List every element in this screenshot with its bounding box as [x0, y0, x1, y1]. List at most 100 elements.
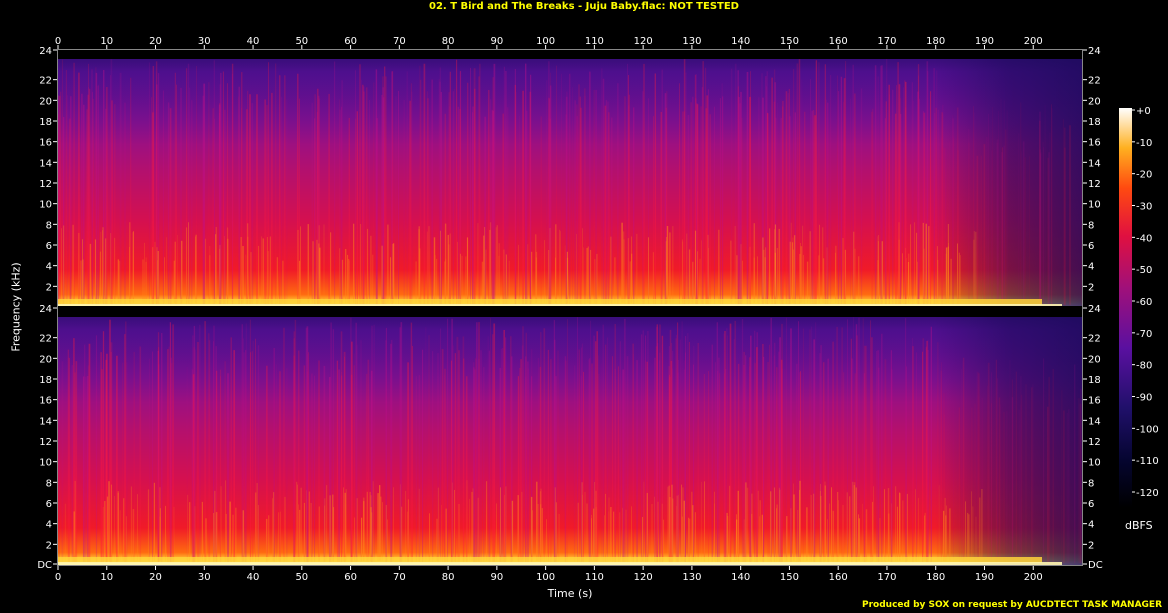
y-tick-label-right: 2 — [1088, 540, 1094, 551]
x-tick-label-bottom: 20 — [149, 572, 162, 583]
x-tick-label-bottom: 60 — [344, 572, 357, 583]
y-tick-label-left: 16 — [39, 396, 52, 407]
x-tick-label-top: 100 — [536, 36, 555, 47]
x-tick-label-bottom: 130 — [682, 572, 701, 583]
y-tick-label-left: 24 — [39, 46, 52, 57]
y-tick-label-right: 18 — [1088, 375, 1101, 386]
colorbar-tick-label: -110 — [1136, 456, 1159, 467]
y-tick-label-right: 22 — [1088, 334, 1101, 345]
colorbar-ticks: +0 -10 -20 -30 -40 -50 -60 -70 -80 -90 -100 -110 -12… — [1132, 106, 1159, 499]
colorbar — [1119, 108, 1132, 508]
bottom-channel-fadeout — [935, 317, 1082, 565]
y-tick-label-left: 12 — [39, 437, 52, 448]
y-tick-label-right: 16 — [1088, 396, 1101, 407]
y-tick-label-left: 10 — [39, 458, 52, 469]
y-tick-label-right: 4 — [1088, 262, 1094, 273]
y-tick-label-right: 24 — [1088, 46, 1101, 57]
y-tick-label-left: 18 — [39, 375, 52, 386]
x-tick-label-top: 0 — [55, 36, 61, 47]
y-tick-label-right: 14 — [1088, 416, 1101, 427]
y-tick-label-right: 22 — [1088, 76, 1101, 87]
y-tick-label-left: 18 — [39, 117, 52, 128]
x-tick-label-bottom: 100 — [536, 572, 555, 583]
x-axis-label: Time (s) — [547, 587, 593, 600]
colorbar-tick-label: -40 — [1136, 233, 1152, 244]
y-tick-label-left: 6 — [46, 241, 52, 252]
colorbar-tick-label: -120 — [1136, 488, 1159, 499]
y-tick-label-right: 10 — [1088, 200, 1101, 211]
y-tick-label-right: 10 — [1088, 458, 1101, 469]
y-axis-left: 24681012141618202224DC246810121416182022… — [37, 46, 57, 571]
y-tick-label-left: 2 — [46, 282, 52, 293]
x-tick-label-top: 10 — [100, 36, 113, 47]
colorbar-tick-label: -10 — [1136, 138, 1152, 149]
x-tick-label-bottom: 160 — [829, 572, 848, 583]
x-tick-label-top: 160 — [829, 36, 848, 47]
colorbar-tick-label: -90 — [1136, 393, 1152, 404]
colorbar-tick-label: -60 — [1136, 297, 1152, 308]
x-tick-label-bottom: 30 — [198, 572, 211, 583]
x-tick-label-top: 40 — [247, 36, 260, 47]
y-tick-label-left: 20 — [39, 96, 52, 107]
y-tick-label-left: 6 — [46, 499, 52, 510]
y-tick-label-left: 20 — [39, 354, 52, 365]
x-tick-label-top: 170 — [877, 36, 896, 47]
x-tick-label-bottom: 0 — [55, 572, 61, 583]
y-tick-label-left: 22 — [39, 334, 52, 345]
colorbar-tick-label: -80 — [1136, 361, 1152, 372]
x-tick-label-top: 30 — [198, 36, 211, 47]
x-axis-top: 0 10 20 30 40 50 60 70 80 90 100 110 120 130 140 150 160… — [55, 36, 1043, 49]
x-tick-label-top: 80 — [442, 36, 455, 47]
x-tick-label-bottom: 50 — [295, 572, 308, 583]
x-tick-label-bottom: 110 — [585, 572, 604, 583]
x-tick-label-bottom: 150 — [780, 572, 799, 583]
y-tick-label-left: 14 — [39, 416, 52, 427]
y-tick-label-left: 8 — [46, 220, 52, 231]
y-tick-label-right: 16 — [1088, 138, 1101, 149]
colorbar-tick-label: -100 — [1136, 424, 1159, 435]
y-axis-right: 24681012141618202224DC246810121416182022… — [1083, 46, 1103, 571]
x-tick-label-bottom: 140 — [731, 572, 750, 583]
y-tick-label-right: DC — [1088, 560, 1103, 571]
x-tick-label-top: 110 — [585, 36, 604, 47]
x-tick-label-bottom: 10 — [100, 572, 113, 583]
colorbar-tick-label: +0 — [1136, 106, 1151, 117]
x-tick-label-bottom: 200 — [1024, 572, 1043, 583]
x-tick-label-top: 140 — [731, 36, 750, 47]
y-tick-label-left: 24 — [39, 304, 52, 315]
x-tick-label-bottom: 80 — [442, 572, 455, 583]
y-tick-label-right: 12 — [1088, 437, 1101, 448]
y-tick-label-left: 14 — [39, 158, 52, 169]
colorbar-tick-label: -50 — [1136, 265, 1152, 276]
y-tick-label-right: 6 — [1088, 499, 1094, 510]
y-tick-label-right: 2 — [1088, 282, 1094, 293]
y-tick-label-left: 22 — [39, 76, 52, 87]
y-axis-label: Frequency (kHz) — [9, 262, 23, 352]
y-tick-label-left: 4 — [46, 262, 52, 273]
x-tick-label-top: 70 — [393, 36, 406, 47]
y-tick-label-left: DC — [37, 560, 52, 571]
y-tick-label-right: 6 — [1088, 241, 1094, 252]
x-tick-label-bottom: 40 — [247, 572, 260, 583]
bottom-channel-panel — [58, 308, 1082, 565]
y-tick-label-right: 8 — [1088, 478, 1094, 489]
y-tick-label-right: 24 — [1088, 304, 1101, 315]
x-tick-label-top: 150 — [780, 36, 799, 47]
y-tick-label-right: 8 — [1088, 220, 1094, 231]
x-tick-label-bottom: 190 — [975, 572, 994, 583]
colorbar-tick-label: -30 — [1136, 202, 1152, 213]
y-tick-label-left: 8 — [46, 478, 52, 489]
y-tick-label-left: 4 — [46, 520, 52, 531]
y-tick-label-right: 20 — [1088, 96, 1101, 107]
x-tick-label-bottom: 180 — [926, 572, 945, 583]
top-channel-panel — [57, 50, 1083, 307]
x-tick-label-top: 20 — [149, 36, 162, 47]
y-tick-label-left: 12 — [39, 179, 52, 190]
dc-band — [58, 562, 1062, 565]
x-axis-bottom: 0 10 20 30 40 50 60 70 80 90 100 110 120 130 140 150 160… — [55, 566, 1043, 583]
x-tick-label-top: 60 — [344, 36, 357, 47]
x-tick-label-bottom: 170 — [877, 572, 896, 583]
y-tick-label-right: 4 — [1088, 520, 1094, 531]
x-tick-label-bottom: 90 — [490, 572, 503, 583]
x-tick-label-top: 180 — [926, 36, 945, 47]
